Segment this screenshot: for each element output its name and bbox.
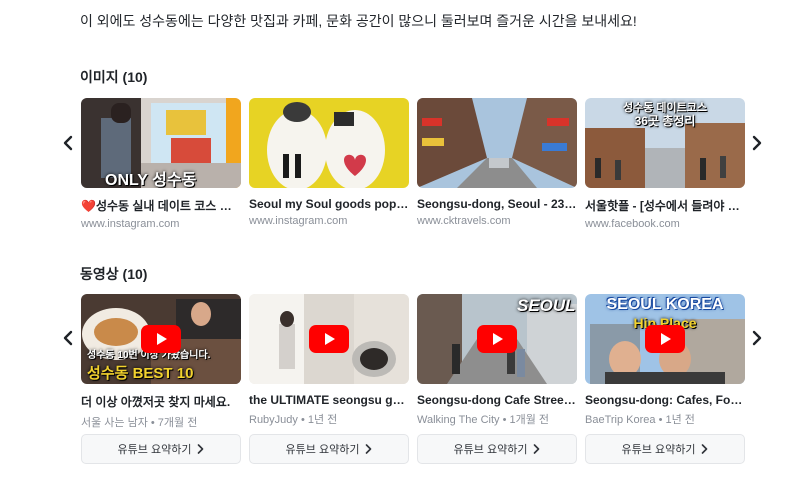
video-card-title[interactable]: Seongsu-dong: Cafes, Foo...	[585, 393, 745, 407]
videos-section-title: 동영상 (10)	[80, 266, 148, 282]
youtube-play-icon[interactable]	[645, 325, 685, 353]
image-card-source: www.instagram.com	[249, 215, 348, 227]
video-card-source: Walking The City • 1개월 전	[417, 414, 550, 426]
video-card-title[interactable]: the ULTIMATE seongsu gui...	[249, 393, 409, 407]
image-thumbnail[interactable]	[417, 98, 577, 188]
video-card[interactable]: the ULTIMATE seongsu gui... RubyJudy • 1…	[249, 294, 409, 427]
thumbnail-overlay-text: 성수동 BEST 10	[87, 365, 194, 382]
video-thumbnail[interactable]: SEOUL KOREA Hip Place	[585, 294, 745, 384]
chevron-left-icon	[63, 330, 73, 346]
video-card[interactable]: SEOUL KOREA Hip Place Seongsu-dong: Cafe…	[585, 294, 745, 427]
chevron-right-icon	[702, 444, 708, 454]
image-card[interactable]: Seongsu-dong, Seoul - 23 ... www.cktrave…	[417, 98, 577, 227]
video-card[interactable]: SEOUL Seongsu-dong Cafe Street ... Walki…	[417, 294, 577, 427]
video-thumbnail[interactable]	[249, 294, 409, 384]
videos-prev-arrow[interactable]	[58, 327, 78, 349]
thumbnail-overlay-text: SEOUL	[517, 296, 576, 315]
images-prev-arrow[interactable]	[58, 132, 78, 154]
images-next-arrow[interactable]	[747, 132, 767, 154]
thumbnail-overlay-text: SEOUL KOREA	[606, 296, 724, 313]
image-card-title[interactable]: Seoul my Soul goods pop-u...	[249, 197, 409, 211]
youtube-summary-button[interactable]: 유튜브 요약하기	[585, 434, 745, 464]
intro-text: 이 외에도 성수동에는 다양한 맛집과 카페, 문화 공간이 많으니 둘러보며 …	[80, 13, 637, 29]
summary-button-label: 유튜브 요약하기	[117, 444, 192, 456]
image-card-title[interactable]: Seongsu-dong, Seoul - 23 ...	[417, 197, 577, 211]
thumbnail-overlay-text: 36곳 총정리	[634, 114, 696, 128]
videos-next-arrow[interactable]	[747, 327, 767, 349]
image-card-source: www.facebook.com	[585, 218, 680, 230]
summary-button-label: 유튜브 요약하기	[285, 444, 360, 456]
youtube-summary-button[interactable]: 유튜브 요약하기	[249, 434, 409, 464]
video-card-source: 서울 사는 남자 • 7개월 전	[81, 417, 198, 429]
chevron-right-icon	[534, 444, 540, 454]
video-thumbnail[interactable]: SEOUL	[417, 294, 577, 384]
chevron-left-icon	[63, 135, 73, 151]
chevron-right-icon	[198, 444, 204, 454]
image-card-title[interactable]: ❤️성수동 실내 데이트 코스 추천...	[81, 197, 241, 214]
youtube-play-icon[interactable]	[141, 325, 181, 353]
youtube-summary-button[interactable]: 유튜브 요약하기	[417, 434, 577, 464]
image-card-title[interactable]: 서울핫플 - [성수에서 들려야 할 ...	[585, 197, 745, 214]
image-card[interactable]: Seoul my Soul goods pop-u... www.instagr…	[249, 98, 409, 227]
youtube-play-icon[interactable]	[309, 325, 349, 353]
slippers-photo-icon	[249, 98, 409, 188]
video-thumbnail[interactable]: 성수동 10번 이상 가봤습니다. 성수동 BEST 10	[81, 294, 241, 384]
image-card[interactable]: 성수동 데이트코스 36곳 총정리 서울핫플 - [성수에서 들려야 할 ...…	[585, 98, 745, 230]
youtube-play-icon[interactable]	[477, 325, 517, 353]
image-thumbnail[interactable]: 성수동 데이트코스 36곳 총정리	[585, 98, 745, 188]
image-thumbnail[interactable]	[249, 98, 409, 188]
summary-button-label: 유튜브 요약하기	[453, 444, 528, 456]
image-card-source: www.instagram.com	[81, 218, 180, 230]
summary-button-label: 유튜브 요약하기	[621, 444, 696, 456]
video-card-title[interactable]: 더 이상 아꼈저곳 찾지 마세요.	[81, 393, 241, 410]
images-section-title: 이미지 (10)	[80, 69, 148, 85]
image-thumbnail[interactable]: ONLY 성수동	[81, 98, 241, 188]
thumbnail-overlay-text: ONLY 성수동	[105, 172, 197, 188]
video-card-title[interactable]: Seongsu-dong Cafe Street ...	[417, 393, 577, 407]
video-card[interactable]: 성수동 10번 이상 가봤습니다. 성수동 BEST 10 더 이상 아꼈저곳 …	[81, 294, 241, 430]
image-card-source: www.cktravels.com	[417, 215, 511, 227]
chevron-right-icon	[366, 444, 372, 454]
video-card-source: RubyJudy • 1년 전	[249, 414, 338, 426]
street-photo-icon	[417, 98, 577, 188]
image-card[interactable]: ONLY 성수동 ❤️성수동 실내 데이트 코스 추천... www.insta…	[81, 98, 241, 230]
chevron-right-icon	[752, 330, 762, 346]
youtube-summary-button[interactable]: 유튜브 요약하기	[81, 434, 241, 464]
chevron-right-icon	[752, 135, 762, 151]
video-card-source: BaeTrip Korea • 1년 전	[585, 414, 695, 426]
